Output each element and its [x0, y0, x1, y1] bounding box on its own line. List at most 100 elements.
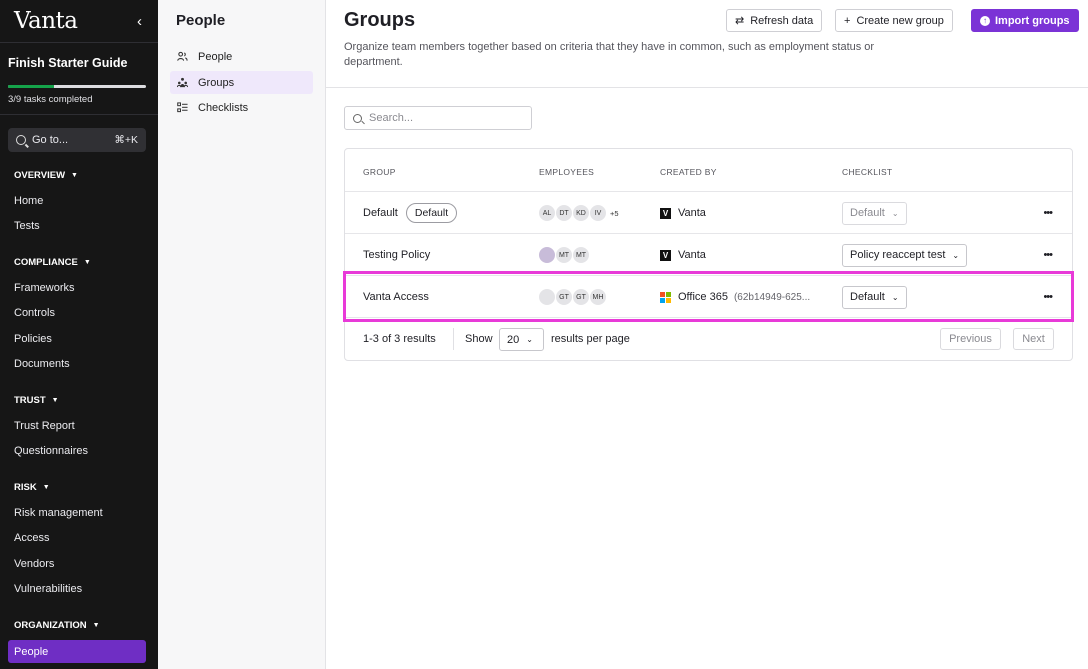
table-row[interactable]: Default Default AL DT KD IV +5 V Vanta D…: [345, 191, 1072, 233]
starter-guide-subtitle: 3/9 tasks completed: [8, 94, 93, 105]
show-label: Show: [465, 333, 493, 345]
checklist-value: Default: [850, 207, 885, 219]
section-overview[interactable]: OVERVIEW ▼: [14, 170, 78, 181]
checklist-select[interactable]: Default ⌄: [842, 285, 907, 309]
sidebar-item-questionnaires[interactable]: Questionnaires: [14, 445, 88, 457]
creator-name: Vanta: [678, 249, 706, 261]
employees-cell[interactable]: GT GT MH: [538, 276, 607, 318]
groups-table: GROUP EMPLOYEES CREATED BY CHECKLIST Def…: [344, 148, 1073, 361]
employees-cell[interactable]: MT MT: [538, 234, 590, 276]
sidebar-item-documents[interactable]: Documents: [14, 358, 70, 370]
creator-name: Vanta: [678, 207, 706, 219]
sidebar-item-tests[interactable]: Tests: [14, 220, 40, 232]
avatar-group: GT GT MH: [538, 288, 607, 306]
vanta-icon: V: [660, 207, 671, 219]
avatar: AL: [538, 204, 556, 222]
default-badge: Default: [405, 203, 458, 223]
more-actions-icon[interactable]: •••: [1043, 276, 1053, 318]
subnav-label: People: [198, 50, 233, 63]
people-subnav: People People Groups Checklists: [158, 0, 326, 669]
goto-search-button[interactable]: Go to... ⌘+K: [8, 128, 146, 152]
avatar: KD: [572, 204, 590, 222]
sidebar-item-access[interactable]: Access: [14, 532, 49, 544]
group-name[interactable]: Default: [363, 207, 398, 219]
refresh-data-button[interactable]: ⇄ Refresh data: [726, 9, 823, 32]
sidebar-item-vulnerabilities[interactable]: Vulnerabilities: [14, 583, 82, 595]
sidebar-item-people[interactable]: People: [8, 640, 146, 663]
section-organization[interactable]: ORGANIZATION ▼: [14, 620, 100, 631]
section-risk[interactable]: RISK ▼: [14, 482, 50, 493]
checklist-select[interactable]: Policy reaccept test ⌄: [842, 243, 968, 267]
group-name[interactable]: Testing Policy: [363, 249, 430, 261]
collapse-sidebar-icon[interactable]: ‹: [137, 13, 142, 30]
checklist-select[interactable]: Default ⌄: [842, 201, 907, 225]
created-by-cell: V Vanta: [660, 192, 706, 234]
column-header-created-by[interactable]: CREATED BY: [660, 167, 717, 177]
page-title: Groups: [344, 9, 416, 31]
sidebar-item-vendors[interactable]: Vendors: [14, 558, 54, 570]
avatar: DT: [555, 204, 573, 222]
column-header-checklist[interactable]: CHECKLIST: [842, 167, 892, 177]
section-trust[interactable]: TRUST ▼: [14, 395, 59, 406]
subnav-label: Checklists: [198, 101, 249, 114]
section-compliance[interactable]: COMPLIANCE ▼: [14, 257, 91, 268]
sidebar-item-controls[interactable]: Controls: [14, 307, 55, 319]
subnav-item-checklists[interactable]: Checklists: [170, 96, 313, 119]
sidebar-divider: [0, 42, 158, 43]
checklist-cell: Policy reaccept test ⌄: [842, 234, 968, 276]
progress-fill: [8, 85, 54, 88]
import-label: Import groups: [995, 14, 1070, 27]
import-icon: ↑: [980, 15, 990, 26]
employees-cell[interactable]: AL DT KD IV +5: [538, 192, 619, 234]
chevron-down-icon: ⌄: [952, 250, 960, 260]
create-group-button[interactable]: + Create new group: [835, 9, 953, 32]
search-icon: [353, 113, 362, 123]
chevron-down-icon: ⌄: [891, 208, 899, 218]
caret-down-icon: ▼: [71, 172, 78, 179]
avatar: MT: [555, 246, 573, 264]
group-name[interactable]: Vanta Access: [363, 291, 429, 303]
group-name-cell: Vanta Access: [363, 276, 429, 318]
header-divider: [326, 87, 1088, 88]
caret-down-icon: ▼: [83, 259, 91, 266]
groups-icon: [176, 77, 188, 89]
previous-page-button[interactable]: Previous: [940, 328, 1001, 350]
search-input[interactable]: [369, 112, 519, 124]
pagination: 1-3 of 3 results Show 20 ⌄ results per p…: [345, 317, 1072, 361]
section-label: OVERVIEW: [14, 170, 66, 181]
more-actions-icon[interactable]: •••: [1043, 192, 1053, 234]
sidebar-item-home[interactable]: Home: [14, 195, 43, 207]
chevron-down-icon: ⌄: [526, 335, 533, 344]
per-page-select[interactable]: 20 ⌄: [499, 328, 544, 351]
avatar-group: AL DT KD IV +5: [538, 204, 619, 222]
table-row[interactable]: Vanta Access GT GT MH Office 365 (62b149…: [345, 275, 1072, 317]
avatar: IV: [589, 204, 607, 222]
avatar: [538, 288, 556, 306]
subnav-title: People: [176, 12, 226, 29]
sidebar-item-policies[interactable]: Policies: [14, 333, 52, 345]
more-employees-count: +5: [610, 208, 619, 218]
table-row[interactable]: Testing Policy MT MT V Vanta Policy reac…: [345, 233, 1072, 275]
more-actions-icon[interactable]: •••: [1043, 234, 1053, 276]
search-icon: [16, 135, 26, 145]
avatar: MT: [572, 246, 590, 264]
search-box[interactable]: [344, 106, 532, 130]
goto-shortcut: ⌘+K: [114, 134, 138, 146]
created-by-cell: V Vanta: [660, 234, 706, 276]
vanta-logo[interactable]: Vanta: [14, 8, 78, 34]
avatar: [538, 246, 556, 264]
sidebar-item-risk-management[interactable]: Risk management: [14, 507, 103, 519]
column-header-group[interactable]: GROUP: [363, 167, 396, 177]
import-groups-button[interactable]: ↑ Import groups: [971, 9, 1079, 32]
section-label: TRUST: [14, 395, 46, 406]
caret-down-icon: ▼: [51, 397, 59, 404]
sidebar-item-trust-report[interactable]: Trust Report: [14, 420, 75, 432]
group-name-cell: Testing Policy: [363, 234, 430, 276]
next-page-button[interactable]: Next: [1013, 328, 1054, 350]
starter-guide-title[interactable]: Finish Starter Guide: [8, 56, 127, 70]
sidebar-item-frameworks[interactable]: Frameworks: [14, 282, 75, 294]
subnav-item-people[interactable]: People: [170, 45, 313, 68]
subnav-item-groups[interactable]: Groups: [170, 71, 313, 94]
section-label: ORGANIZATION: [14, 620, 87, 631]
column-header-employees[interactable]: EMPLOYEES: [539, 167, 594, 177]
